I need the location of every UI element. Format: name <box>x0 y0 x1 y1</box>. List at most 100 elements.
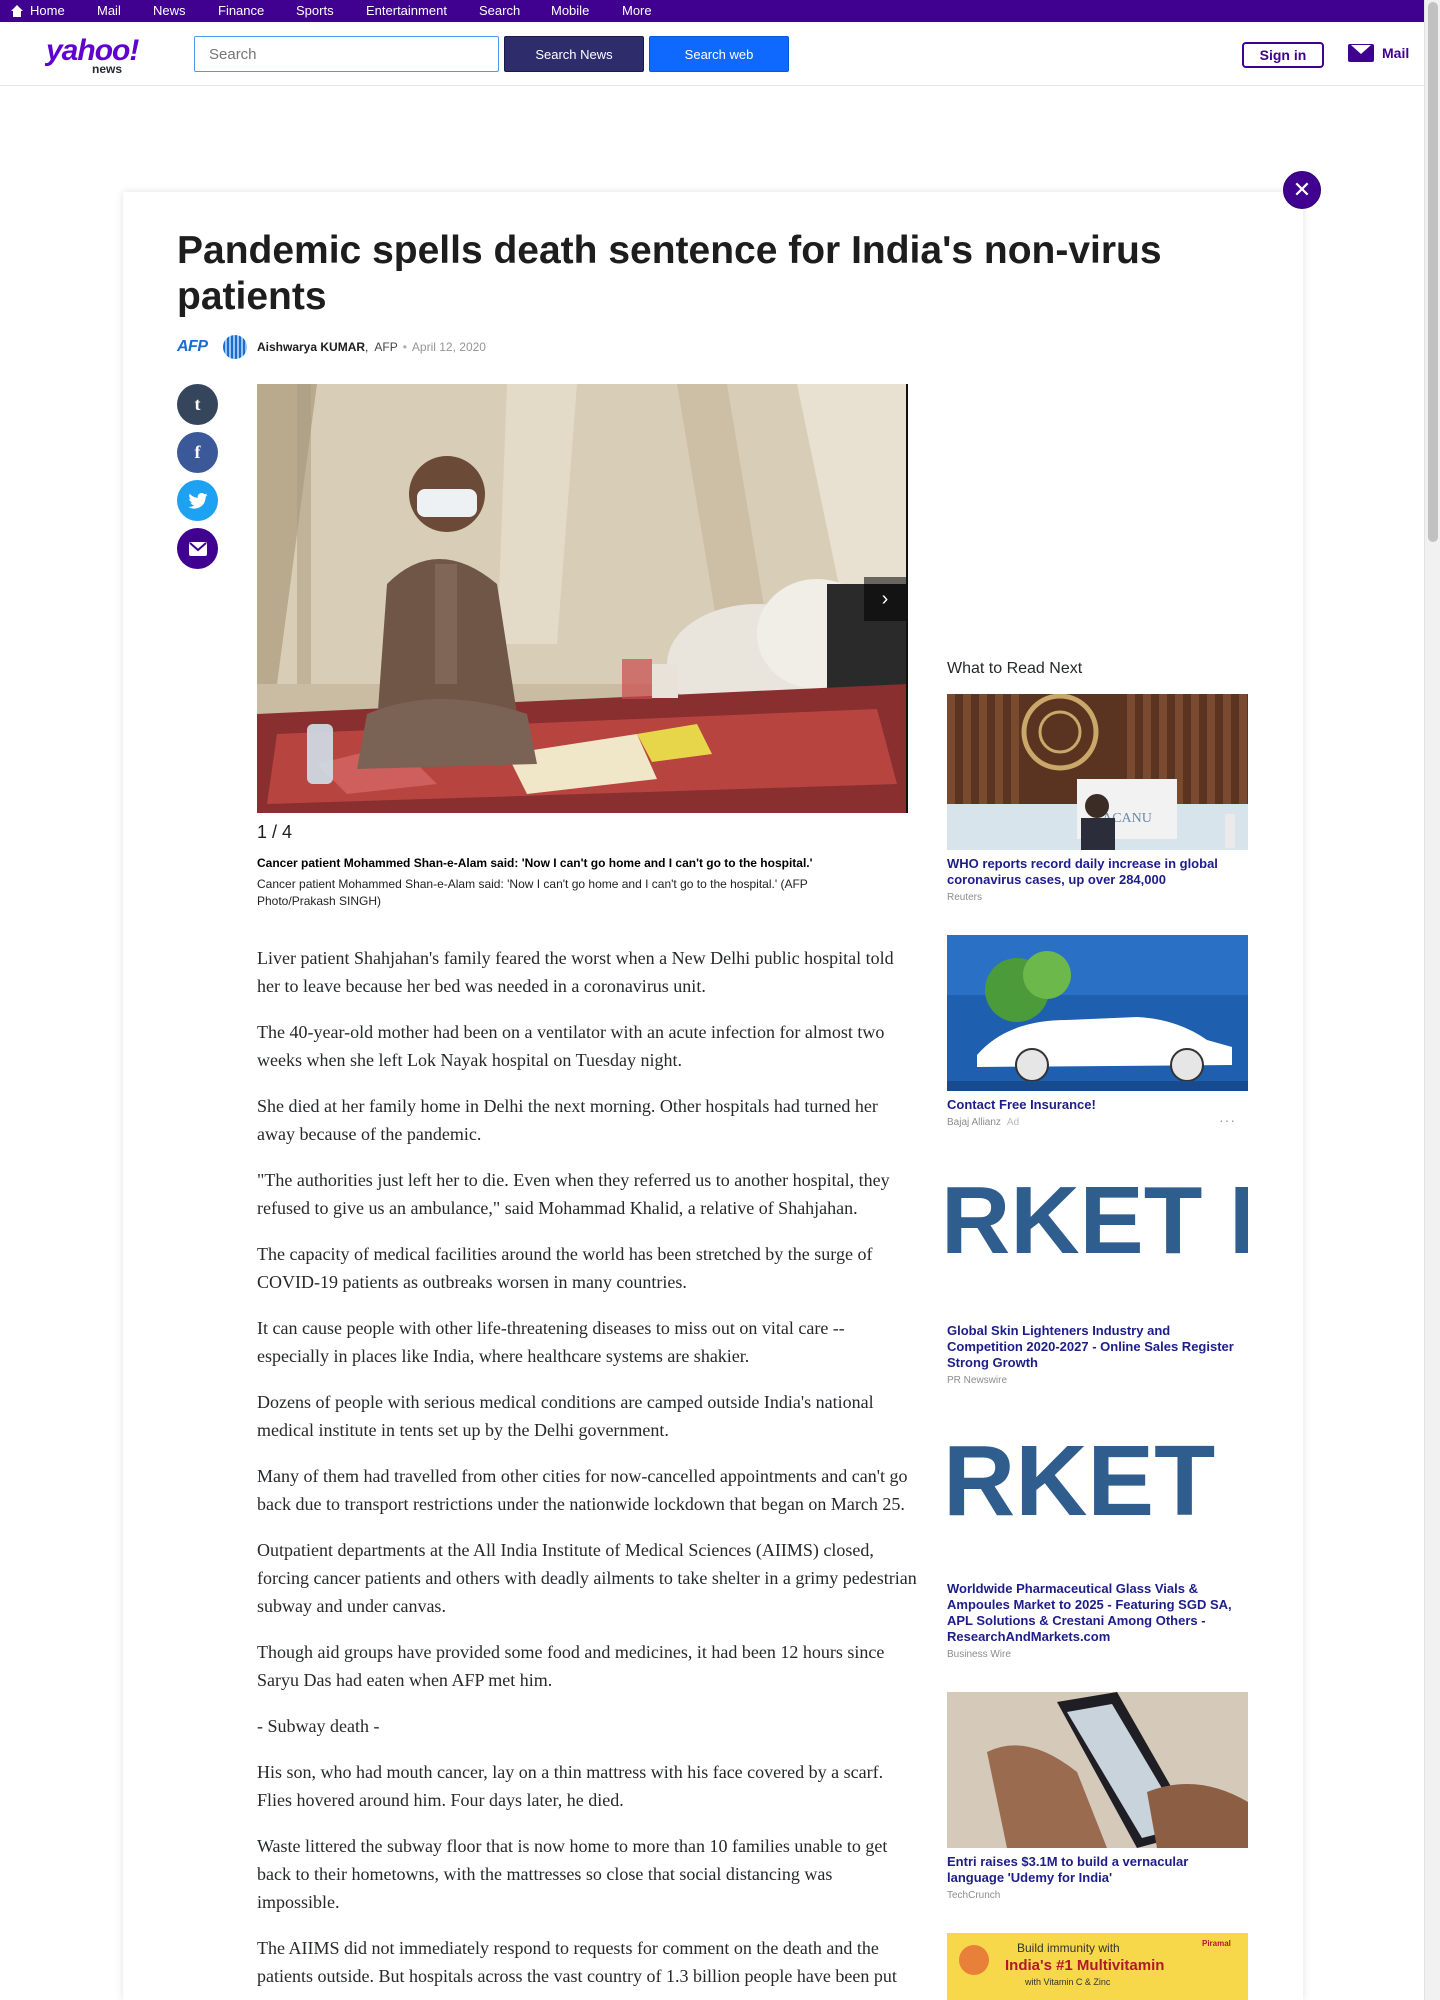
article-paragraph: Though aid groups have provided some foo… <box>257 1642 885 1690</box>
read-next-thumbnail[interactable]: ACANU <box>947 694 1248 850</box>
byline-dot: • <box>402 340 407 354</box>
close-modal-button[interactable]: ✕ <box>1283 171 1321 209</box>
article-paragraph: Dozens of people with serious medical co… <box>257 1392 874 1440</box>
search-input[interactable] <box>194 36 499 72</box>
article-paragraph: She died at her family home in Delhi the… <box>257 1096 878 1144</box>
read-next-item[interactable]: RKET EARCH STO Global Skin Lighteners In… <box>947 1161 1248 1386</box>
read-next-source: TechCrunch <box>947 1890 1001 1901</box>
sign-in-button[interactable]: Sign in <box>1242 42 1324 68</box>
thumbnail-text: RKET EARCH ST <box>947 1425 1248 1537</box>
facebook-icon: f <box>194 442 201 462</box>
article-paragraph: "The authorities just left her to die. E… <box>257 1170 890 1218</box>
page-scrollbar[interactable] <box>1424 0 1440 2000</box>
nav-mail[interactable]: Mail <box>97 3 121 18</box>
mail-label: Mail <box>1382 45 1410 61</box>
mail-icon <box>1348 44 1374 62</box>
read-next-item[interactable]: Entri raises $3.1M to build a vernacular… <box>947 1692 1248 1901</box>
thumbnail-text: RKET EARCH STO <box>947 1167 1248 1274</box>
article-paragraph: The 40-year-old mother had been on a ven… <box>257 1022 885 1070</box>
promo-line-2: India's #1 Multivitamin <box>1005 1957 1165 1974</box>
nav-finance[interactable]: Finance <box>218 3 264 18</box>
share-tumblr-button[interactable]: t <box>177 384 218 425</box>
search-news-button[interactable]: Search News <box>504 36 644 72</box>
top-nav: Home Mail News Finance Sports Entertainm… <box>0 0 1424 22</box>
promo-line-3: with Vitamin C & Zinc <box>1025 1977 1111 1987</box>
read-next-source: Reuters <box>947 892 983 903</box>
read-next-source: Business Wire <box>947 1649 1011 1660</box>
home-icon <box>10 4 24 17</box>
article-paragraph: Waste littered the subway floor that is … <box>257 1836 888 1912</box>
sponsored-item[interactable]: Contact Free Insurance! Bajaj Allianz Ad … <box>947 935 1248 1128</box>
thumbnail-image: RKET EARCH ST <box>947 1419 1248 1575</box>
article-paragraph: It can cause people with other life-thre… <box>257 1318 845 1366</box>
vitamin-bottle-icon <box>959 1945 989 1975</box>
slide-counter: 1 / 4 <box>257 822 293 842</box>
caption-body: Cancer patient Mohammed Shan-e-Alam said… <box>257 877 808 908</box>
sponsored-title[interactable]: Contact Free Insurance! <box>947 1097 1248 1113</box>
nav-home[interactable]: Home <box>10 3 65 18</box>
close-icon: ✕ <box>1292 177 1312 202</box>
read-next-title[interactable]: Worldwide Pharmaceutical Glass Vials & A… <box>947 1581 1248 1645</box>
nav-entertainment[interactable]: Entertainment <box>366 3 447 18</box>
read-next-thumbnail[interactable]: RKET EARCH ST <box>947 1419 1248 1575</box>
share-twitter-button[interactable] <box>177 480 218 521</box>
publish-date: April 12, 2020 <box>411 340 486 354</box>
nav-more[interactable]: More <box>622 3 652 18</box>
photo-illustration <box>257 384 906 813</box>
sponsored-source: Bajaj Allianz Ad <box>947 1117 1248 1128</box>
caption-title: Cancer patient Mohammed Shan-e-Alam said… <box>257 856 813 870</box>
article-paragraph: Liver patient Shahjahan's family feared … <box>257 948 894 996</box>
afp-logo[interactable]: AFP <box>177 334 247 360</box>
article-paragraph: Many of them had travelled from other ci… <box>257 1466 908 1514</box>
share-facebook-button[interactable]: f <box>177 432 218 473</box>
read-next-title[interactable]: WHO reports record daily increase in glo… <box>947 856 1248 888</box>
site-header: yahoo! news Search News Search web Sign … <box>0 22 1424 86</box>
scrollbar-thumb[interactable] <box>1428 2 1438 542</box>
mail-link[interactable]: Mail <box>1348 44 1409 62</box>
promo-ad[interactable]: Build immunity with India's #1 Multivita… <box>947 1933 1248 2000</box>
article-photo[interactable] <box>257 384 908 813</box>
afp-logo-text: AFP <box>177 338 208 355</box>
read-next-thumbnail[interactable]: RKET EARCH STO <box>947 1161 1248 1317</box>
share-email-button[interactable] <box>177 528 218 569</box>
read-next-thumbnail[interactable] <box>947 1692 1248 1848</box>
more-options-icon[interactable]: ··· <box>1219 1112 1236 1128</box>
nav-home-label: Home <box>30 3 65 18</box>
ad-car-image <box>947 935 1248 1091</box>
thumbnail-image: ACANU <box>947 694 1248 850</box>
yahoo-news-logo[interactable]: yahoo! news <box>46 36 146 77</box>
what-to-read-next-heading: What to Read Next <box>947 660 1083 677</box>
logo-subtext: news <box>92 62 123 76</box>
ad-label: Ad <box>1006 1117 1020 1128</box>
sponsor-name: Bajaj Allianz <box>947 1117 1001 1128</box>
next-slide-button[interactable]: › <box>864 577 906 621</box>
chevron-right-icon: › <box>881 587 889 610</box>
envelope-icon <box>188 541 207 556</box>
thumbnail-image: RKET EARCH STO <box>947 1161 1248 1317</box>
article-source: AFP <box>374 340 398 354</box>
article-paragraph: The AIIMS did not immediately respond to… <box>257 1938 897 1986</box>
read-next-item[interactable]: ACANU WHO reports record daily increase … <box>947 694 1248 903</box>
search-web-button[interactable]: Search web <box>649 36 789 72</box>
nav-mobile[interactable]: Mobile <box>551 3 589 18</box>
nav-sports[interactable]: Sports <box>296 3 334 18</box>
afp-globe-icon <box>223 335 247 359</box>
read-next-item[interactable]: RKET EARCH ST Worldwide Pharmaceutical G… <box>947 1419 1248 1660</box>
article-title: Pandemic spells death sentence for India… <box>177 229 1162 318</box>
piramal-logo: Piramal <box>1202 1939 1231 1948</box>
sponsored-thumbnail[interactable] <box>947 935 1248 1091</box>
nav-news[interactable]: News <box>153 3 186 18</box>
article-byline: AFP Aishwarya KUMAR, AFP • April 12, 202… <box>177 334 486 360</box>
article-paragraph: Outpatient departments at the All India … <box>257 1540 917 1616</box>
read-next-title[interactable]: Global Skin Lighteners Industry and Comp… <box>947 1323 1248 1371</box>
twitter-icon <box>187 492 208 509</box>
tumblr-icon: t <box>194 394 201 414</box>
promo-banner[interactable]: Build immunity with India's #1 Multivita… <box>947 1933 1248 2000</box>
nav-search[interactable]: Search <box>479 3 520 18</box>
read-next-title[interactable]: Entri raises $3.1M to build a vernacular… <box>947 1854 1248 1886</box>
promo-line-1: Build immunity with <box>1017 1941 1120 1955</box>
read-next-source: PR Newswire <box>947 1375 1008 1386</box>
section-subheading: - Subway death - <box>257 1716 380 1736</box>
thumbnail-image <box>947 1692 1248 1848</box>
article-paragraph: His son, who had mouth cancer, lay on a … <box>257 1762 884 1810</box>
